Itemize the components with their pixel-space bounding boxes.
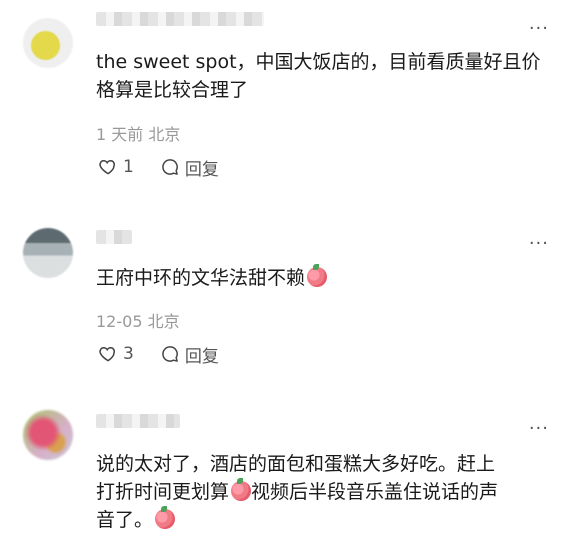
comment-text: 说的太对了，酒店的面包和蛋糕大多好吃。赶上 打折时间更划算 视频后半段音乐盖住说话… [96,450,548,534]
comment-text-content: 王府中环的文华法甜不赖 [96,267,306,289]
more-options-icon[interactable]: ··· [529,420,549,438]
avatar[interactable] [23,228,73,278]
comment-text-segment: 音了。 [96,509,154,531]
like-button[interactable]: 1 [98,157,134,177]
comment-text-line: 打折时间更划算 视频后半段音乐盖住说话的声 [96,478,548,506]
reply-label: 回复 [184,346,219,367]
username-blurred[interactable] [96,414,180,428]
like-count: 1 [123,157,134,177]
comment-actions: 3 回复 [98,342,219,367]
comment-text-segment: 视频后半段音乐盖住说话的声 [251,481,499,503]
more-options-icon[interactable]: ··· [529,20,549,38]
reply-label: 回复 [184,159,219,180]
comment-bubble-icon [162,346,178,362]
peach-emoji-icon [307,264,328,287]
comment-text: 王府中环的文华法甜不赖 [96,264,548,292]
reply-button[interactable]: 回复 [160,342,219,367]
more-options-icon[interactable]: ··· [529,235,549,253]
comment-text-segment: 打折时间更划算 [96,481,230,503]
heart-icon [99,159,116,175]
avatar[interactable] [23,410,73,460]
comment-text-line: 音了。 [96,506,548,534]
comment-actions: 1 回复 [98,155,219,180]
avatar[interactable] [23,18,73,68]
reply-button[interactable]: 回复 [160,155,219,180]
comment-text: the sweet spot，中国大饭店的，目前看质量好且价格算是比较合理了 [96,51,541,101]
comment-text-line: 说的太对了，酒店的面包和蛋糕大多好吃。赶上 [96,453,496,475]
peach-emoji-icon [155,506,176,529]
comment-meta: 1 天前 北京 [96,125,181,144]
comment-meta: 12-05 北京 [96,312,180,331]
username-blurred[interactable] [96,230,132,244]
peach-emoji-icon [231,478,252,501]
comment-bubble-icon [162,159,178,175]
username-blurred[interactable] [96,12,264,26]
like-button[interactable]: 3 [98,344,134,364]
heart-icon [99,346,116,362]
like-count: 3 [123,344,134,364]
